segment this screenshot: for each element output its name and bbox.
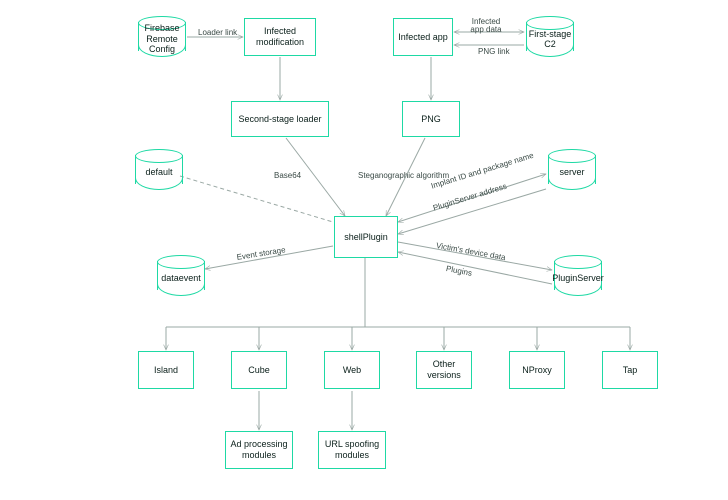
node-nproxy: NProxy — [509, 351, 565, 389]
db-first-stage-c2: First-stageC2 — [526, 22, 574, 56]
node-shellplugin: shellPlugin — [334, 216, 398, 258]
db-server: server — [548, 155, 596, 189]
node-url-spoofing: URL spoofingmodules — [318, 431, 386, 469]
edge-plugins: Plugins — [445, 264, 472, 278]
db-firebase-label: FirebaseRemoteConfig — [138, 22, 186, 56]
db-default-label: default — [135, 155, 183, 189]
db-pluginserver: PluginServer — [554, 261, 602, 295]
node-infected-modification: Infectedmodification — [244, 18, 316, 56]
node-tap: Tap — [602, 351, 658, 389]
db-dataevent: dataevent — [157, 261, 205, 295]
db-firebase: FirebaseRemoteConfig — [138, 22, 186, 56]
node-infected-app: Infected app — [393, 18, 453, 56]
edge-event-storage: Event storage — [236, 245, 286, 262]
edge-base64: Base64 — [274, 171, 301, 180]
node-ad-processing: Ad processingmodules — [225, 431, 293, 469]
db-dataevent-label: dataevent — [157, 261, 205, 295]
db-server-label: server — [548, 155, 596, 189]
node-island: Island — [138, 351, 194, 389]
edge-victim-data: Victim's device data — [435, 241, 506, 262]
edge-png-link: PNG link — [478, 47, 510, 56]
node-second-stage-loader: Second-stage loader — [231, 101, 329, 137]
db-default: default — [135, 155, 183, 189]
db-pluginserver-label: PluginServer — [554, 261, 602, 295]
edge-infected-app-data: Infectedapp data — [461, 18, 511, 34]
node-cube: Cube — [231, 351, 287, 389]
node-web: Web — [324, 351, 380, 389]
edge-stego: Steganographic algorithm — [358, 171, 449, 180]
edge-loader-link: Loader link — [198, 28, 237, 37]
node-other-versions: Otherversions — [416, 351, 472, 389]
node-png: PNG — [402, 101, 460, 137]
db-first-stage-c2-label: First-stageC2 — [526, 22, 574, 56]
diagram-canvas: FirebaseRemoteConfig First-stageC2 defau… — [0, 0, 728, 500]
